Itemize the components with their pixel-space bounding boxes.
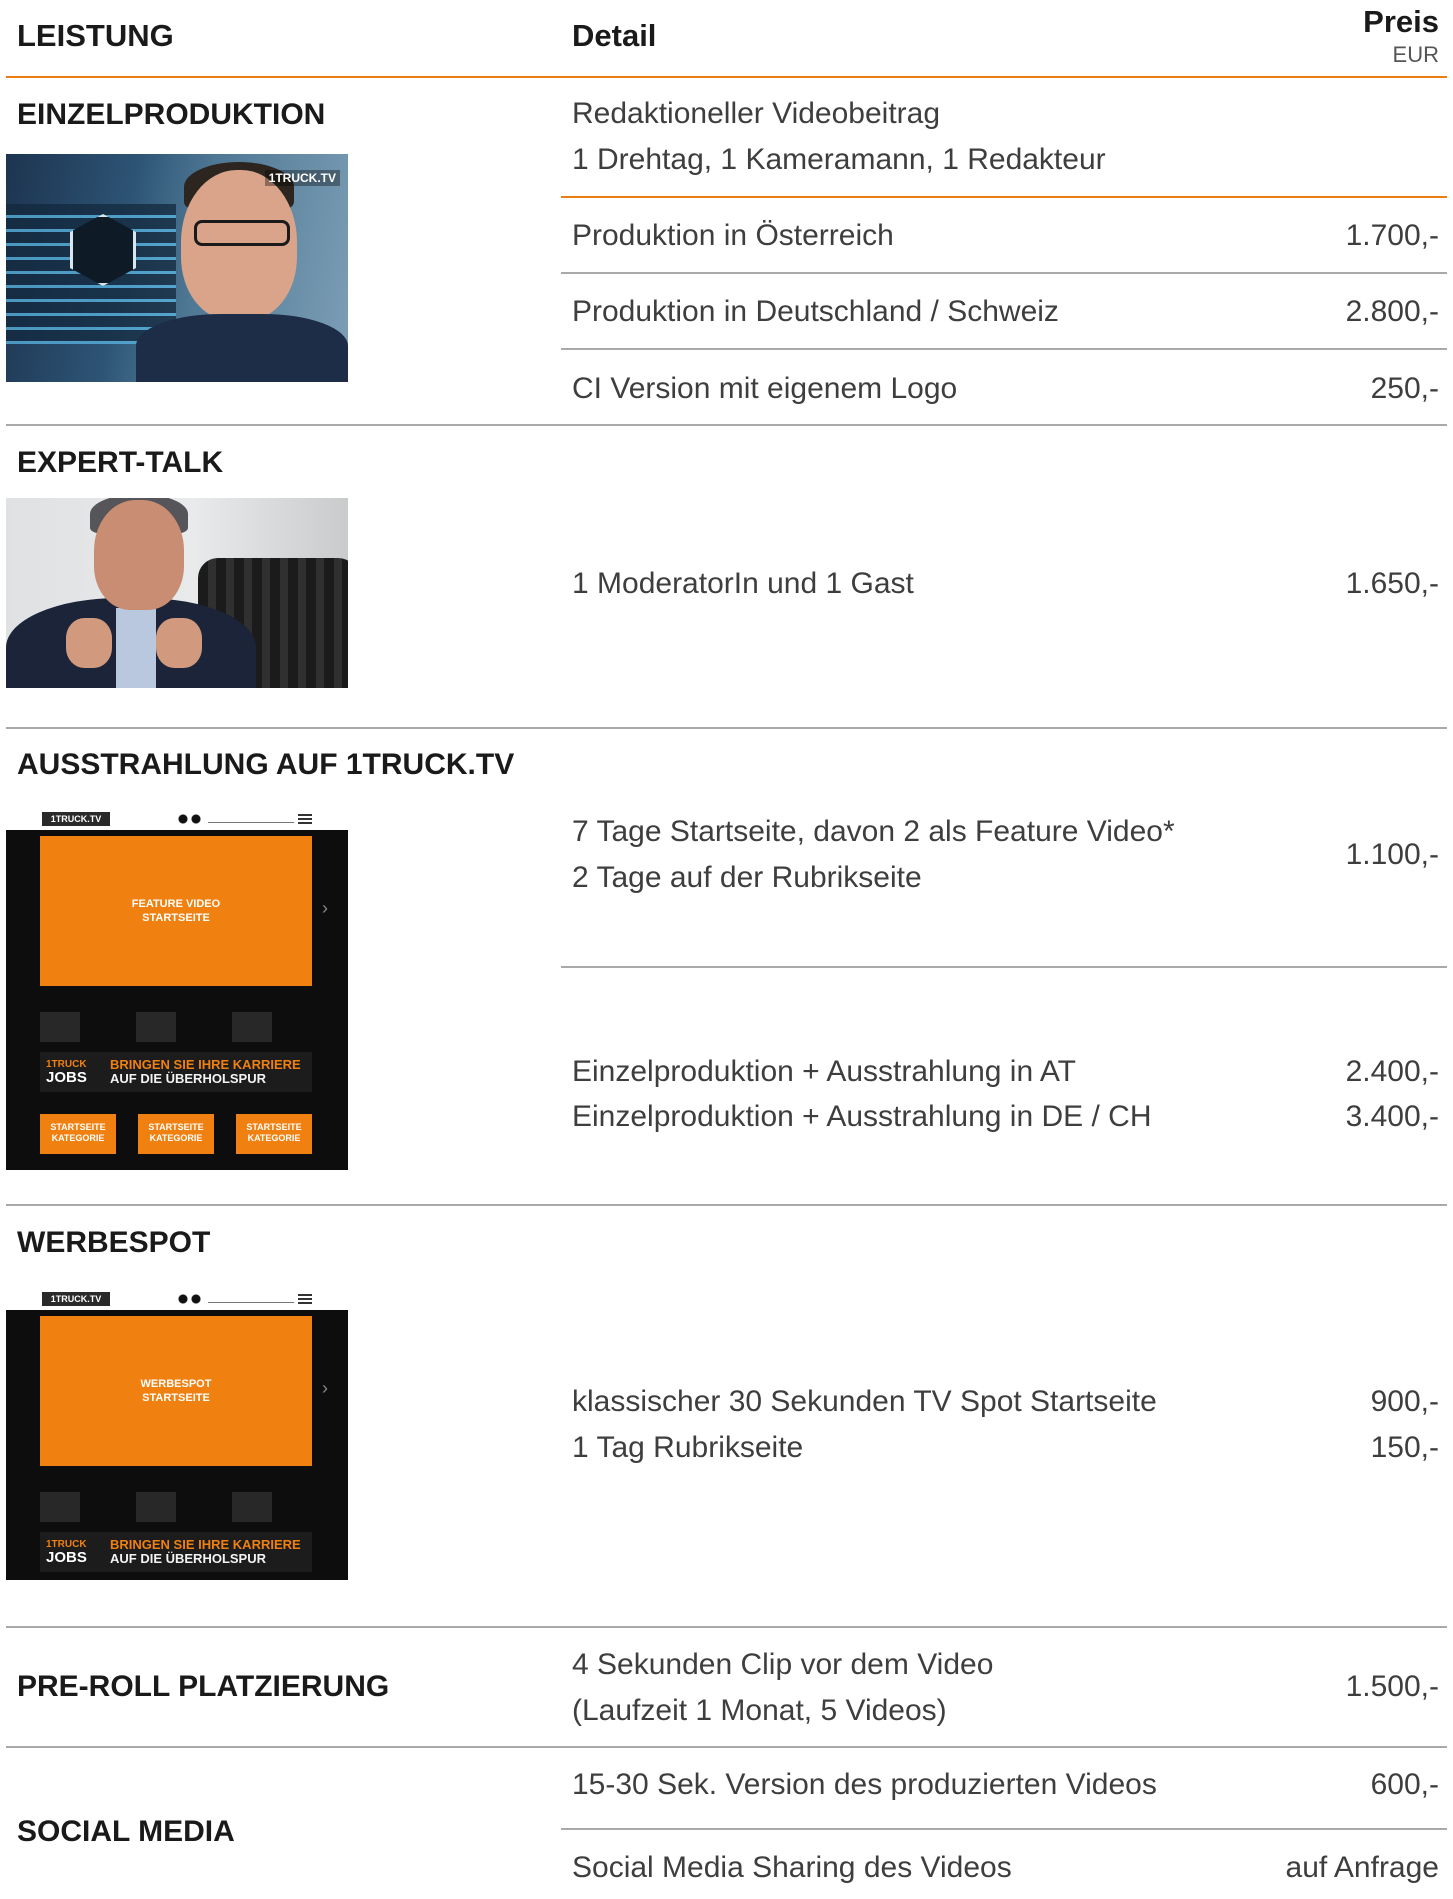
experttalk-price: 1.650,- <box>1345 567 1439 600</box>
combo-at-label: Einzelproduktion + Ausstrahlung in AT <box>572 1055 1076 1088</box>
jobs-main: JOBS <box>46 1069 87 1086</box>
row-price-ci-version: 250,- <box>1370 372 1439 405</box>
section-divider <box>6 1626 1447 1628</box>
chevron-right-icon: › <box>322 898 328 918</box>
ausstrahlung-detail-1: 7 Tage Startseite, davon 2 als Feature V… <box>572 815 1175 848</box>
tile-label: STARTSEITE <box>50 1122 106 1132</box>
jobs-slogan-2: AUF DIE ÜBERHOLSPUR <box>110 1071 267 1086</box>
social-row1-price: 600,- <box>1370 1768 1439 1801</box>
row-price-oesterreich: 1.700,- <box>1345 219 1439 252</box>
tile-sub: KATEGORIE <box>51 1133 105 1143</box>
werbespot-website-mockup: 1TRUCK.TV WERBESPOT STARTSEITE › 1TRUCK JO… <box>6 1288 348 1580</box>
section-title-einzelproduktion: EINZELPRODUKTION <box>17 98 326 131</box>
mockup-brand-logo: 1TRUCK.TV <box>42 812 110 826</box>
ausstrahlung-price: 1.100,- <box>1345 838 1439 871</box>
program-preview <box>40 1492 312 1522</box>
section-title-social: SOCIAL MEDIA <box>17 1815 235 1848</box>
column-header-leistung: LEISTUNG <box>17 18 174 53</box>
preroll-price: 1.500,- <box>1345 1670 1439 1703</box>
feature-label-2: STARTSEITE <box>142 912 210 924</box>
social-icons <box>178 1294 202 1304</box>
header-divider <box>6 76 1447 78</box>
social-row2-label: Social Media Sharing des Videos <box>572 1851 1012 1884</box>
feature-label-2: STARTSEITE <box>142 1392 210 1404</box>
section-title-werbespot: WERBESPOT <box>17 1226 211 1259</box>
row-label-ci-version: CI Version mit eigenem Logo <box>572 372 958 405</box>
section-divider <box>6 727 1447 729</box>
experttalk-photo <box>6 498 348 688</box>
ausstrahlung-detail-2: 2 Tage auf der Rubrikseite <box>572 861 922 894</box>
column-header-preis: Preis <box>1363 4 1439 39</box>
column-header-detail: Detail <box>572 18 657 53</box>
experttalk-detail: 1 ModeratorIn und 1 Gast <box>572 567 914 600</box>
werbespot-video-placeholder: WERBESPOT STARTSEITE <box>40 1316 312 1466</box>
section-title-preroll: PRE-ROLL PLATZIERUNG <box>17 1670 390 1703</box>
jobs-slogan-1: BRINGEN SIE IHRE KARRIERE <box>110 1057 301 1072</box>
werbespot-price-2: 150,- <box>1370 1431 1439 1464</box>
row-divider <box>561 272 1447 274</box>
einzelproduktion-photo: 1TRUCK.TV <box>6 154 348 382</box>
einzelproduktion-intro-2: 1 Drehtag, 1 Kameramann, 1 Redakteur <box>572 143 1106 176</box>
tile-sub: KATEGORIE <box>247 1133 301 1143</box>
row-price-deutschland: 2.800,- <box>1345 295 1439 328</box>
combo-dech-price: 3.400,- <box>1345 1100 1439 1133</box>
jobs-banner: 1TRUCK JOBS BRINGEN SIE IHRE KARRIERE AUF … <box>40 1052 312 1092</box>
einzelproduktion-intro-divider <box>561 196 1447 198</box>
chevron-right-icon: › <box>322 1378 328 1398</box>
row-divider <box>561 1828 1447 1830</box>
section-divider <box>6 424 1447 426</box>
section-title-ausstrahlung: AUSSTRAHLUNG AUF 1TRUCK.TV <box>17 748 515 781</box>
row-divider <box>561 348 1447 350</box>
image-watermark: 1TRUCK.TV <box>264 170 340 186</box>
tile-sub: KATEGORIE <box>149 1133 203 1143</box>
social-row2-price: auf Anfrage <box>1285 1851 1439 1884</box>
feature-video-placeholder: FEATURE VIDEO STARTSEITE <box>40 836 312 986</box>
menu-icon <box>298 814 312 824</box>
social-row1-label: 15-30 Sek. Version des produzierten Vide… <box>572 1768 1157 1801</box>
row-label-oesterreich: Produktion in Österreich <box>572 219 894 252</box>
section-title-experttalk: EXPERT-TALK <box>17 446 224 479</box>
preroll-detail-1: 4 Sekunden Clip vor dem Video <box>572 1648 994 1681</box>
social-icons <box>178 814 202 824</box>
jobs-main: JOBS <box>46 1549 87 1566</box>
combo-at-price: 2.400,- <box>1345 1055 1439 1088</box>
tile-label: STARTSEITE <box>148 1122 204 1132</box>
feature-label-1: WERBESPOT <box>140 1378 212 1390</box>
feature-label-1: FEATURE VIDEO <box>131 898 221 910</box>
jobs-banner: 1TRUCK JOBS BRINGEN SIE IHRE KARRIERE AUF … <box>40 1532 312 1572</box>
jobs-slogan-2: AUF DIE ÜBERHOLSPUR <box>110 1551 267 1566</box>
werbespot-detail-2: 1 Tag Rubrikseite <box>572 1431 804 1464</box>
jobs-slogan-1: BRINGEN SIE IHRE KARRIERE <box>110 1537 301 1552</box>
ausstrahlung-website-mockup: 1TRUCK.TV FEATURE VIDEO STARTSEITE › 1TRU… <box>6 808 348 1170</box>
mockup-brand-logo: 1TRUCK.TV <box>42 1292 110 1306</box>
row-divider <box>561 966 1447 968</box>
werbespot-price-1: 900,- <box>1370 1385 1439 1418</box>
tile-label: STARTSEITE <box>246 1122 302 1132</box>
search-field-line <box>208 822 294 823</box>
program-preview <box>40 1012 312 1042</box>
combo-dech-label: Einzelproduktion + Ausstrahlung in DE / … <box>572 1100 1152 1133</box>
category-tiles: STARTSEITE KATEGORIE STARTSEITE KATEGORIE … <box>40 1114 312 1154</box>
menu-icon <box>298 1294 312 1304</box>
section-divider <box>6 1204 1447 1206</box>
preroll-detail-2: (Laufzeit 1 Monat, 5 Videos) <box>572 1694 947 1727</box>
einzelproduktion-intro-1: Redaktioneller Videobeitrag <box>572 97 941 130</box>
search-field-line <box>208 1302 294 1303</box>
row-label-deutschland: Produktion in Deutschland / Schweiz <box>572 295 1059 328</box>
werbespot-detail-1: klassischer 30 Sekunden TV Spot Startsei… <box>572 1385 1157 1418</box>
column-header-currency: EUR <box>1392 42 1439 67</box>
section-divider <box>6 1746 1447 1748</box>
